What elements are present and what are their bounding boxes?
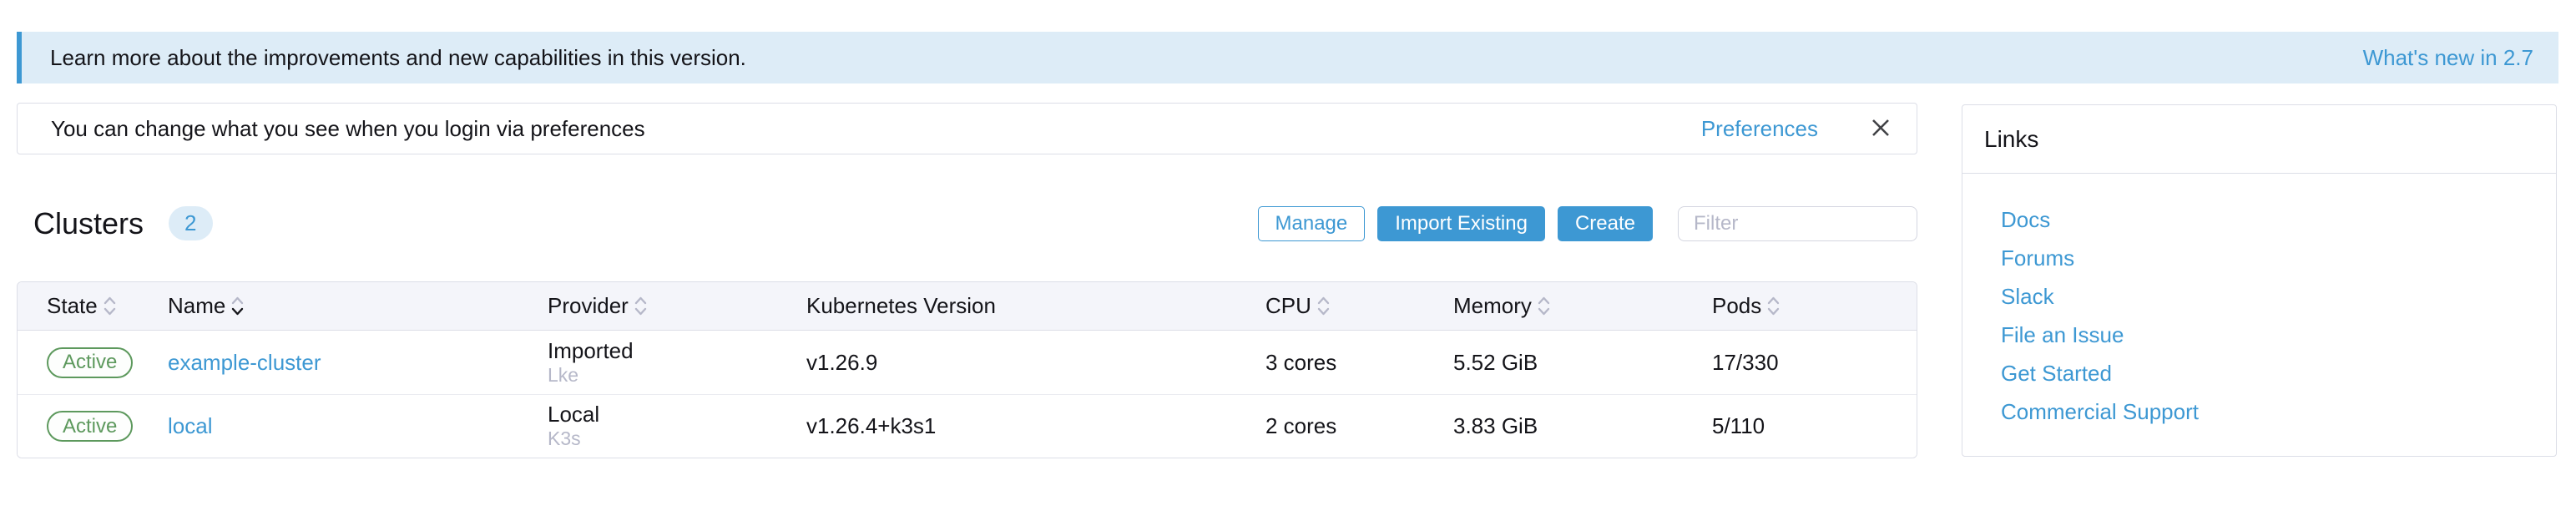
cpu-value: 2 cores: [1253, 413, 1441, 439]
provider-name: Local: [548, 402, 794, 427]
sort-icon: [634, 295, 648, 317]
cluster-name-link[interactable]: example-cluster: [168, 350, 321, 375]
sort-icon: [1766, 295, 1780, 317]
link-forums[interactable]: Forums: [2001, 245, 2074, 271]
clusters-table: State Name Provider Kubernetes Version C…: [17, 281, 1917, 458]
sort-icon: [103, 295, 117, 317]
pods-value: 17/330: [1700, 350, 1917, 376]
sort-icon: [1316, 295, 1331, 317]
toolbar-actions: Manage Import Existing Create: [1258, 206, 1918, 241]
page-title: Clusters: [33, 206, 144, 241]
column-header-state[interactable]: State: [18, 293, 155, 319]
create-button[interactable]: Create: [1558, 206, 1653, 241]
whats-new-link[interactable]: What's new in 2.7: [2363, 45, 2533, 71]
kubernetes-version-value: v1.26.4+k3s1: [794, 413, 1253, 439]
sort-icon: [230, 295, 245, 317]
links-panel-title: Links: [1962, 105, 2556, 174]
link-slack[interactable]: Slack: [2001, 284, 2054, 309]
preferences-link[interactable]: Preferences: [1701, 116, 1818, 142]
link-docs[interactable]: Docs: [2001, 207, 2050, 232]
column-header-provider[interactable]: Provider: [535, 293, 794, 319]
close-icon: [1870, 117, 1892, 141]
status-badge: Active: [47, 347, 133, 378]
column-header-kubernetes-version: Kubernetes Version: [794, 293, 1253, 319]
version-banner: Learn more about the improvements and ne…: [17, 32, 2558, 83]
status-badge: Active: [47, 411, 133, 442]
link-get-started[interactable]: Get Started: [2001, 361, 2112, 386]
memory-value: 3.83 GiB: [1441, 413, 1700, 439]
memory-value: 5.52 GiB: [1441, 350, 1700, 376]
provider-name: Imported: [548, 339, 794, 364]
provider-distro: K3s: [548, 427, 794, 449]
column-header-name[interactable]: Name: [155, 293, 535, 319]
filter-input[interactable]: [1678, 206, 1917, 241]
link-commercial-support[interactable]: Commercial Support: [2001, 399, 2199, 424]
provider-cell: Local K3s: [535, 402, 794, 449]
column-header-memory[interactable]: Memory: [1441, 293, 1700, 319]
version-banner-message: Learn more about the improvements and ne…: [50, 45, 746, 71]
login-preferences-banner: You can change what you see when you log…: [17, 103, 1917, 154]
provider-cell: Imported Lke: [535, 339, 794, 386]
pods-value: 5/110: [1700, 413, 1917, 439]
column-header-pods[interactable]: Pods: [1700, 293, 1917, 319]
links-panel: Links Docs Forums Slack File an Issue Ge…: [1962, 104, 2557, 457]
column-header-cpu[interactable]: CPU: [1253, 293, 1441, 319]
table-row: Active example-cluster Imported Lke v1.2…: [18, 331, 1917, 394]
links-list: Docs Forums Slack File an Issue Get Star…: [1962, 174, 2556, 431]
clusters-toolbar: Clusters 2 Manage Import Existing Create: [17, 200, 1917, 246]
manage-button[interactable]: Manage: [1258, 206, 1366, 241]
login-banner-message: You can change what you see when you log…: [51, 116, 1701, 142]
link-file-an-issue[interactable]: File an Issue: [2001, 322, 2124, 347]
table-header-row: State Name Provider Kubernetes Version C…: [18, 282, 1917, 331]
sort-icon: [1537, 295, 1551, 317]
table-row: Active local Local K3s v1.26.4+k3s1 2 co…: [18, 394, 1917, 458]
provider-distro: Lke: [548, 364, 794, 386]
kubernetes-version-value: v1.26.9: [794, 350, 1253, 376]
cluster-count-badge: 2: [169, 206, 212, 240]
close-banner-button[interactable]: [1866, 114, 1895, 143]
cpu-value: 3 cores: [1253, 350, 1441, 376]
cluster-name-link[interactable]: local: [168, 413, 212, 438]
import-existing-button[interactable]: Import Existing: [1377, 206, 1545, 241]
